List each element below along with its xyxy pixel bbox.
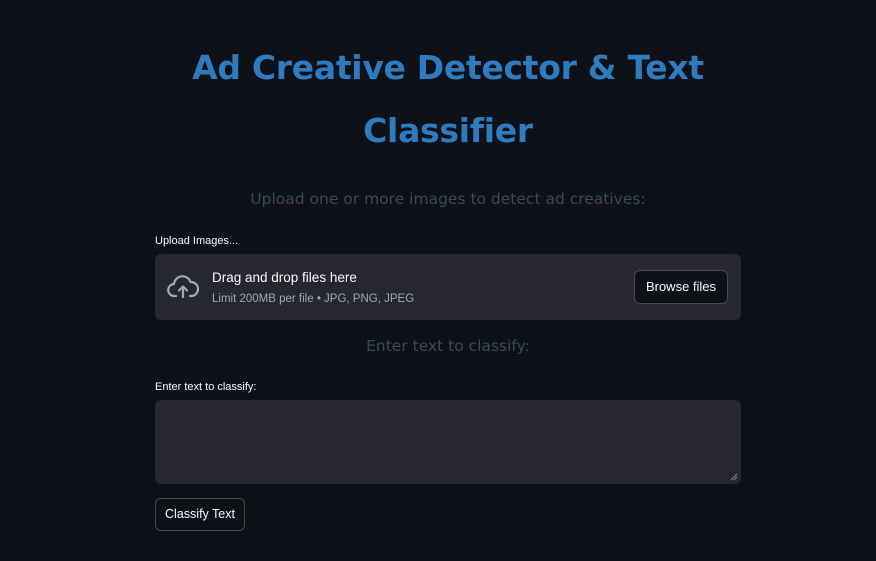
dropzone-title: Drag and drop files here: [212, 270, 357, 285]
page-title: Ad Creative Detector & Text Classifier: [192, 48, 704, 150]
text-input-label: Enter text to classify:: [155, 381, 257, 393]
dropzone-limit-text: Limit 200MB per file • JPG, PNG, JPEG: [212, 293, 415, 305]
browse-files-button[interactable]: Browse files: [634, 270, 728, 304]
file-dropzone[interactable]: Drag and drop files here Limit 200MB per…: [155, 254, 741, 320]
text-section-subtitle: Enter text to classify:: [366, 337, 530, 355]
resize-handle-icon[interactable]: [730, 473, 738, 481]
classify-text-button[interactable]: Classify Text: [155, 498, 245, 531]
main-content: Ad Creative Detector & Text Classifier U…: [155, 0, 741, 561]
classify-text-input[interactable]: [155, 400, 741, 484]
image-section-subtitle: Upload one or more images to detect ad c…: [250, 190, 646, 208]
upload-images-label: Upload Images...: [155, 235, 239, 247]
dropzone-instructions: Drag and drop files here Limit 200MB per…: [212, 270, 414, 306]
cloud-upload-icon: [167, 275, 199, 299]
